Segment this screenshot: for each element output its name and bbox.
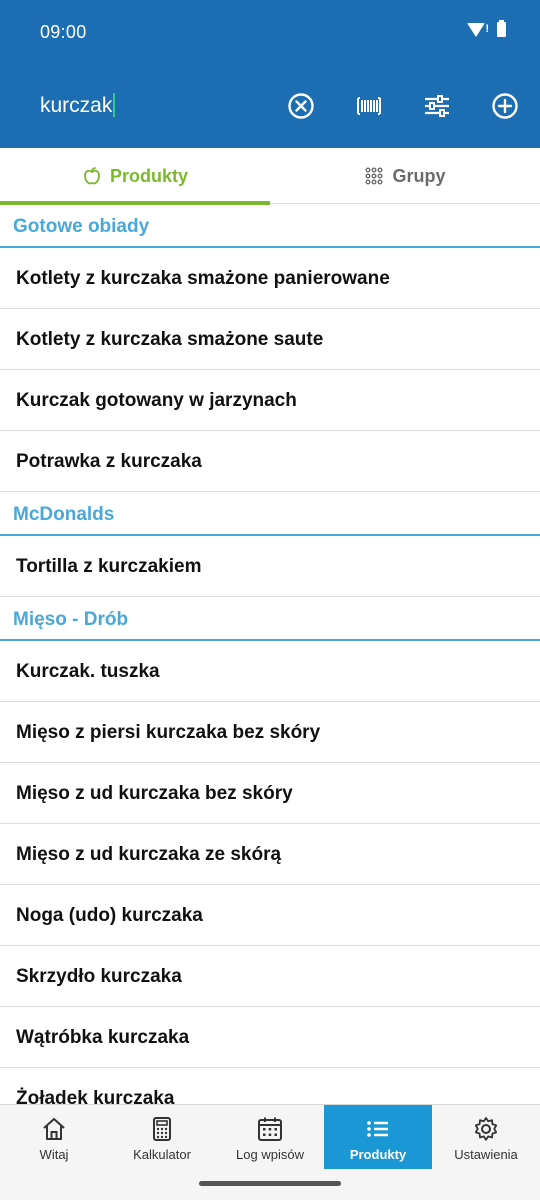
- list-item-label: Mięso z piersi kurczaka bez skóry: [16, 722, 321, 743]
- list-item[interactable]: Kurczak gotowany w jarzynach: [0, 370, 540, 431]
- barcode-icon: [357, 97, 381, 115]
- calculator-icon: [153, 1117, 171, 1141]
- list-item-label: Mięso z ud kurczaka bez skóry: [16, 783, 293, 804]
- battery-icon: [497, 20, 506, 37]
- list-item-label: Tortilla z kurczakiem: [16, 556, 202, 577]
- list-item-label: Kotlety z kurczaka smażone saute: [16, 329, 324, 350]
- list-item-label: Kotlety z kurczaka smażone panierowane: [16, 268, 390, 289]
- wifi-icon: [467, 22, 486, 37]
- list-item[interactable]: Skrzydło kurczaka: [0, 946, 540, 1007]
- barcode-scan-button[interactable]: [352, 89, 386, 123]
- nav-produkty-label: Produkty: [349, 1147, 407, 1162]
- status-icons: !: [467, 20, 506, 37]
- product-list[interactable]: Gotowe obiady Kotlety z kurczaka smażone…: [0, 204, 540, 1104]
- list-item[interactable]: Żołądek kurczaka: [0, 1068, 540, 1104]
- nav-witaj[interactable]: Witaj: [0, 1105, 108, 1169]
- tab-produkty-label: Produkty: [109, 165, 188, 186]
- calendar-icon: [258, 1117, 282, 1141]
- group-header: McDonalds: [0, 492, 540, 536]
- nav-kalkulator-label: Kalkulator: [133, 1147, 191, 1162]
- nav-ustawienia[interactable]: Ustawienia: [432, 1105, 540, 1169]
- clear-circle-icon: [288, 93, 314, 119]
- sliders-icon: [425, 95, 449, 117]
- nav-log-wpisow[interactable]: Log wpisów: [216, 1105, 324, 1169]
- tab-bar: Produkty Grupy: [0, 148, 540, 205]
- nav-ustawienia-label: Ustawienia: [454, 1147, 518, 1162]
- list-item[interactable]: Tortilla z kurczakiem: [0, 536, 540, 597]
- list-item-label: Kurczak. tuszka: [16, 661, 160, 682]
- group-header: Mięso - Drób: [0, 597, 540, 641]
- nav-produkty[interactable]: Produkty: [324, 1105, 432, 1169]
- home-icon: [43, 1118, 65, 1140]
- nav-log-wpisow-label: Log wpisów: [236, 1147, 304, 1162]
- list-item-label: Mięso z ud kurczaka ze skórą: [16, 844, 282, 865]
- list-item[interactable]: Mięso z piersi kurczaka bez skóry: [0, 702, 540, 763]
- search-query: kurczak: [40, 94, 113, 117]
- wifi-alert-icon: !: [485, 22, 489, 35]
- list-item[interactable]: Kotlety z kurczaka smażone saute: [0, 309, 540, 370]
- gesture-handle[interactable]: [199, 1181, 341, 1186]
- filter-button[interactable]: [420, 89, 454, 123]
- list-item-label: Noga (udo) kurczaka: [16, 905, 203, 926]
- list-item-label: Skrzydło kurczaka: [16, 966, 182, 987]
- app-header: 09:00 ! kurczak: [0, 0, 540, 148]
- search-input[interactable]: kurczak: [40, 93, 116, 118]
- tab-grupy[interactable]: Grupy: [270, 148, 540, 204]
- gear-icon: [474, 1117, 498, 1141]
- nav-witaj-label: Witaj: [39, 1147, 69, 1162]
- tab-grupy-label: Grupy: [392, 165, 446, 186]
- group-header-label: Gotowe obiady: [13, 216, 150, 237]
- group-header: Gotowe obiady: [0, 204, 540, 248]
- list-item-label: Potrawka z kurczaka: [16, 451, 202, 472]
- list-item[interactable]: Kotlety z kurczaka smażone panierowane: [0, 248, 540, 309]
- add-circle-icon: [492, 93, 518, 119]
- list-item[interactable]: Mięso z ud kurczaka bez skóry: [0, 763, 540, 824]
- list-item[interactable]: Mięso z ud kurczaka ze skórą: [0, 824, 540, 885]
- list-item-label: Kurczak gotowany w jarzynach: [16, 390, 297, 411]
- tab-produkty[interactable]: Produkty: [0, 148, 270, 205]
- clear-search-button[interactable]: [284, 89, 318, 123]
- list-item[interactable]: Potrawka z kurczaka: [0, 431, 540, 492]
- list-item-label: Żołądek kurczaka: [16, 1088, 175, 1104]
- nav-kalkulator[interactable]: Kalkulator: [108, 1105, 216, 1169]
- list-item[interactable]: Noga (udo) kurczaka: [0, 885, 540, 946]
- group-header-label: McDonalds: [13, 504, 115, 525]
- apple-icon: [84, 167, 100, 185]
- text-caret: [113, 93, 116, 117]
- list-item[interactable]: Wątróbka kurczaka: [0, 1007, 540, 1068]
- list-icon: [367, 1121, 388, 1137]
- grid-dots-icon: [365, 167, 383, 185]
- group-header-label: Mięso - Drób: [13, 609, 129, 630]
- status-time: 09:00: [40, 22, 87, 42]
- list-item[interactable]: Kurczak. tuszka: [0, 641, 540, 702]
- add-product-button[interactable]: [488, 89, 522, 123]
- list-item-label: Wątróbka kurczaka: [16, 1027, 190, 1048]
